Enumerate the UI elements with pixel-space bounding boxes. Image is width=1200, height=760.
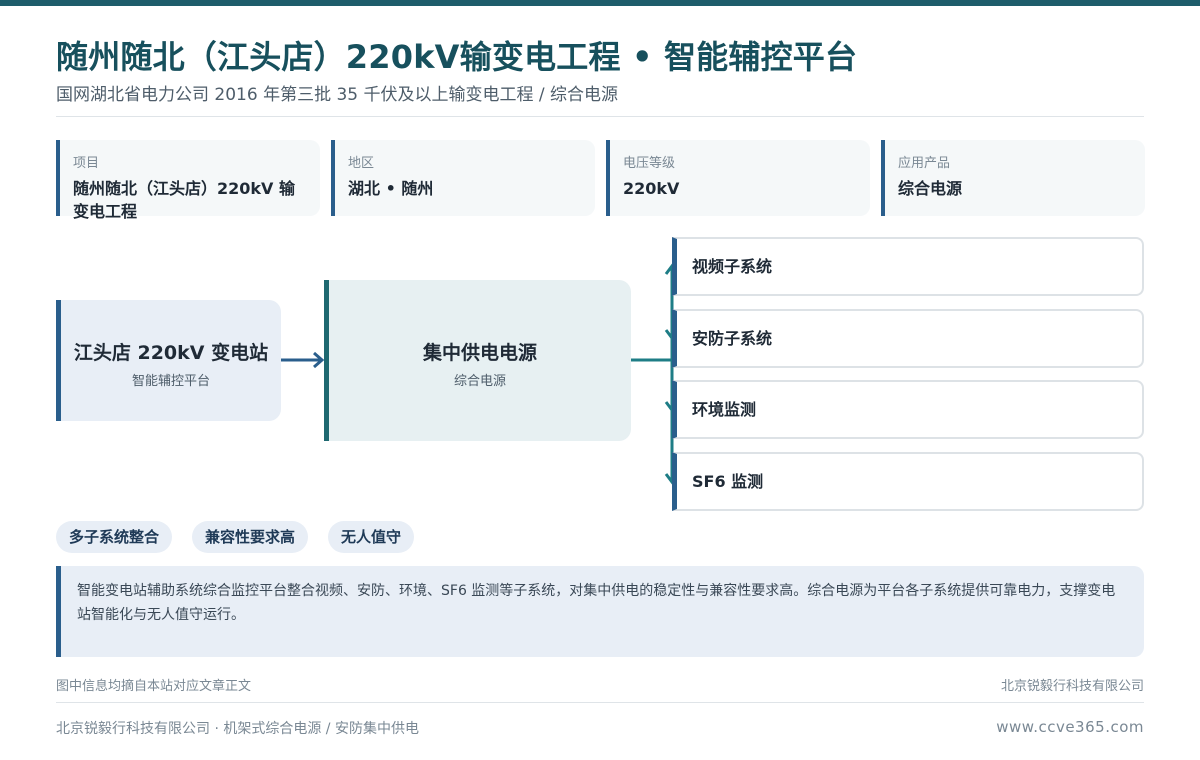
tag-list: 多子系统整合 兼容性要求高 无人值守 <box>56 521 415 553</box>
substation-node: 江头店 220kV 变电站 智能辅控平台 <box>56 300 281 421</box>
tag-multi-subsystem: 多子系统整合 <box>56 521 173 553</box>
tag-compatibility: 兼容性要求高 <box>192 521 309 553</box>
subsystem-sf6: SF6 监测 <box>672 452 1144 511</box>
website-url: www.ccve365.com <box>996 718 1144 736</box>
subsystem-video: 视频子系统 <box>672 237 1144 296</box>
power-hub-subtitle: 综合电源 <box>453 374 506 389</box>
power-hub-node: 集中供电电源 综合电源 <box>324 280 631 441</box>
power-hub-title: 集中供电电源 <box>422 342 537 364</box>
description-box: 智能变电站辅助系统综合监控平台整合视频、安防、环境、SF6 监测等子系统，对集中… <box>56 566 1144 657</box>
subsystem-environment: 环境监测 <box>672 380 1144 439</box>
footer-divider <box>56 702 1144 703</box>
substation-title: 江头店 220kV 变电站 <box>73 342 269 364</box>
subsystem-security: 安防子系统 <box>672 309 1144 368</box>
tag-unattended: 无人值守 <box>328 521 415 553</box>
substation-subtitle: 智能辅控平台 <box>131 374 210 389</box>
source-note: 图中信息均摘自本站对应文章正文 <box>56 679 252 694</box>
company-line: 北京锐毅行科技有限公司 · 机架式综合电源 / 安防集中供电 <box>56 721 419 737</box>
company-note: 北京锐毅行科技有限公司 <box>1000 679 1144 694</box>
